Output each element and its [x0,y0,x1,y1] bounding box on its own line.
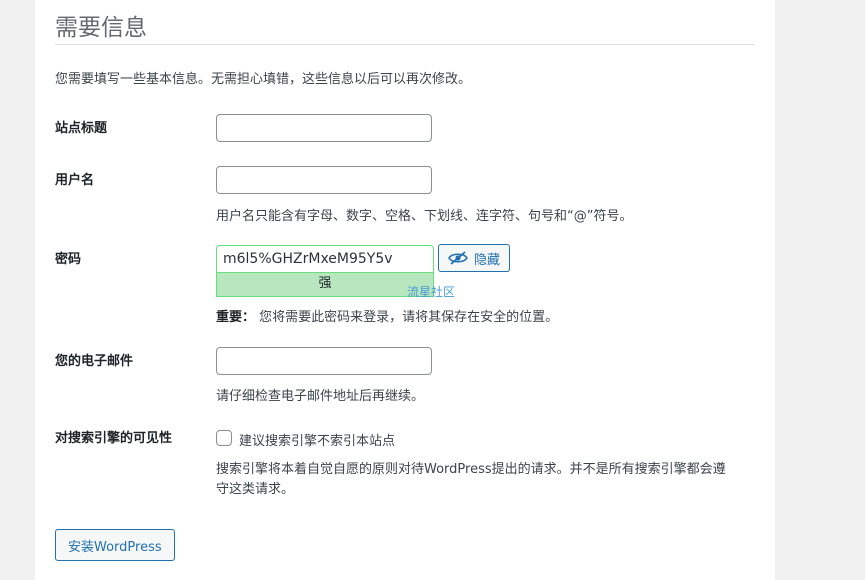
site-title-input[interactable] [216,114,432,142]
password-value: m6l5%GHZrMxeM95Y5v [223,251,393,267]
install-wordpress-button[interactable]: 安装WordPress [55,529,175,561]
visibility-label: 对搜索引擎的可见性 [55,431,173,446]
intro-text: 您需要填写一些基本信息。无需担心填错，这些信息以后可以再次修改。 [55,72,472,87]
setup-panel: 需要信息 您需要填写一些基本信息。无需担心填错，这些信息以后可以再次修改。 站点… [35,0,775,580]
email-input[interactable] [216,347,432,375]
username-hint: 用户名只能含有字母、数字、空格、下划线、连字符、句号和“@”符号。 [216,209,633,224]
visibility-checkbox[interactable] [216,430,232,446]
watermark-text: 流星社区 [407,285,456,299]
password-strength-meter: 强 [216,272,434,297]
hide-password-button[interactable]: 隐藏 [438,244,510,272]
visibility-hint: 搜索引擎将本着自觉自愿的原则对待WordPress提出的请求。并不是所有搜索引擎… [216,462,726,497]
password-important-note: 重要： 您将需要此密码来登录，请将其保存在安全的位置。 [216,306,558,325]
password-label: 密码 [55,252,82,267]
password-input[interactable]: m6l5%GHZrMxeM95Y5v [216,245,434,273]
username-label: 用户名 [55,173,95,188]
email-label: 您的电子邮件 [55,354,134,369]
title-divider [55,44,754,45]
important-text: 您将需要此密码来登录，请将其保存在安全的位置。 [259,310,559,325]
important-label: 重要： [216,310,256,325]
hide-button-label: 隐藏 [473,252,500,268]
username-input[interactable] [216,166,432,194]
page-title: 需要信息 [55,15,147,41]
site-title-label: 站点标题 [55,121,108,136]
eye-slash-icon [448,251,468,265]
email-hint: 请仔细检查电子邮件地址后再继续。 [216,389,425,404]
visibility-checkbox-label[interactable]: 建议搜索引擎不索引本站点 [239,430,395,449]
